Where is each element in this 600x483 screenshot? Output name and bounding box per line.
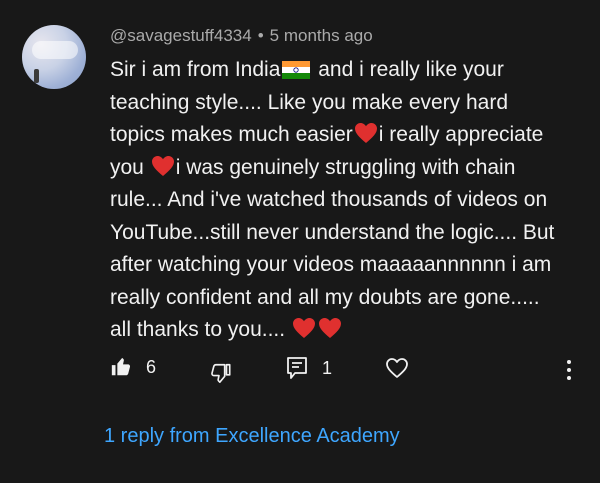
like-icon [111, 357, 131, 376]
comment-line: all thanks to you.... [110, 314, 580, 347]
reply-icon [287, 357, 307, 379]
comment-line: really confident and all my doubts are g… [110, 285, 540, 309]
comment-text-segment: you [110, 155, 150, 179]
red-heart-emoji-icon [318, 318, 341, 338]
comment-line: teaching style.... Like you make every h… [110, 90, 509, 114]
comment-text-segment: and i really like your [312, 58, 504, 81]
more-options-button[interactable] [565, 359, 573, 381]
like-button[interactable]: 6 [110, 356, 156, 378]
red-heart-emoji-icon [292, 318, 315, 338]
avatar-figure [34, 69, 39, 83]
red-heart-emoji-icon [354, 123, 377, 143]
comment-actions: 6 1 [110, 356, 590, 384]
like-count: 6 [146, 356, 157, 377]
comment-line: rule... And i've watched thousands of vi… [110, 188, 548, 211]
more-vert-icon [567, 360, 571, 380]
avatar[interactable] [22, 25, 86, 89]
dislike-icon [211, 363, 231, 383]
meta-separator: • [257, 26, 264, 45]
comment-meta: @savagestuff4334 • 5 months ago [110, 26, 373, 46]
comment-text-segment: Sir i am from India [110, 58, 281, 81]
comment-text-segment: topics makes much easier [110, 123, 353, 146]
dislike-button[interactable] [210, 362, 232, 384]
red-heart-emoji-icon [151, 155, 174, 176]
heart-button[interactable] [385, 357, 409, 379]
comment-line: after watching your videos maaaaannnnnn … [110, 253, 552, 276]
author-handle[interactable]: @savagestuff4334 [110, 26, 252, 45]
heart-icon [386, 358, 408, 378]
comment-line: you i was genuinely struggling with chai… [110, 152, 580, 185]
comment-line: Sir i am from India and i really like yo… [110, 54, 580, 87]
comment-text-segment: i really appreciate [378, 123, 544, 146]
india-flag-icon [282, 61, 311, 79]
comment-text: Sir i am from India and i really like yo… [110, 54, 580, 347]
comment-timestamp[interactable]: 5 months ago [270, 26, 373, 45]
comment-line: YouTube...still never understand the log… [110, 220, 555, 244]
reply-count: 1 [322, 357, 333, 378]
comment-line: topics makes much easier i really appreci… [110, 119, 580, 152]
reply-button[interactable]: 1 [286, 356, 332, 380]
avatar-cloud [32, 41, 78, 59]
comment-text-segment: all thanks to you.... [110, 318, 291, 341]
view-replies-link[interactable]: 1 reply from Excellence Academy [104, 425, 400, 448]
comment-text-segment: i was genuinely struggling with chain [175, 155, 516, 179]
